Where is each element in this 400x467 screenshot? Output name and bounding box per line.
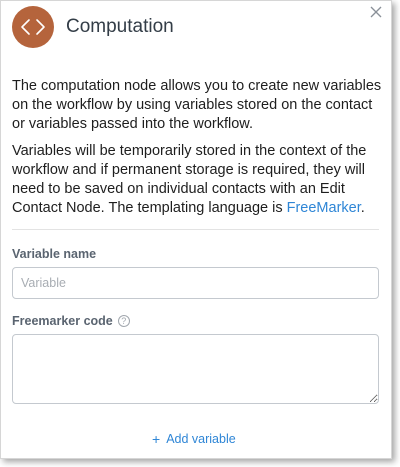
description-paragraph-1: The computation node allows you to creat… <box>12 78 382 132</box>
variable-name-input[interactable] <box>12 267 379 299</box>
plus-icon: + <box>152 431 161 447</box>
description-paragraph-2: Variables will be temporarily stored in … <box>12 142 382 218</box>
variable-name-label-text: Variable name <box>12 247 97 261</box>
help-icon[interactable]: ? <box>117 315 130 327</box>
divider <box>12 229 379 230</box>
close-icon <box>370 6 382 18</box>
close-button[interactable] <box>368 4 384 20</box>
code-brackets-icon <box>21 19 45 35</box>
computation-panel: Computation The computation node allows … <box>0 0 392 459</box>
freemarker-link[interactable]: FreeMarker <box>287 200 361 216</box>
freemarker-code-input[interactable] <box>12 334 379 404</box>
freemarker-code-label: Freemarker code ? <box>12 314 130 328</box>
panel-header: Computation <box>12 6 174 48</box>
add-variable-button[interactable]: + Add variable <box>152 432 236 446</box>
computation-node-icon <box>12 6 54 48</box>
variable-name-label: Variable name <box>12 247 96 261</box>
description: The computation node allows you to creat… <box>12 77 382 218</box>
description-paragraph-2-end: . <box>360 200 365 216</box>
freemarker-code-label-text: Freemarker code <box>12 314 113 328</box>
stage: Computation The computation node allows … <box>0 0 400 467</box>
panel-title: Computation <box>66 16 174 37</box>
add-variable-label: Add variable <box>166 432 236 446</box>
